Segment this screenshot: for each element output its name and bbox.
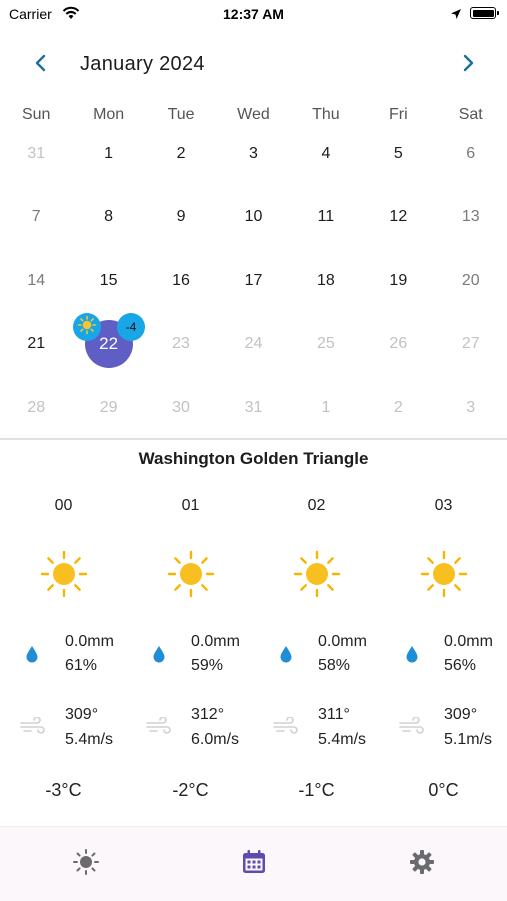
calendar-week: 14 15 16 17 18 19 20 — [0, 249, 507, 313]
wind-speed: 5.1m/s — [444, 731, 493, 748]
tab-calendar[interactable] — [234, 847, 274, 881]
tab-weather[interactable] — [66, 847, 106, 881]
sun-icon — [420, 550, 468, 603]
wind-direction: 309° — [65, 706, 99, 723]
wind-icon — [146, 716, 172, 740]
wind-direction: 311° — [318, 706, 350, 723]
prev-month-button[interactable] — [26, 50, 56, 80]
wind-direction: 309° — [444, 706, 478, 723]
water-drop-icon — [25, 645, 39, 668]
location-title: Washington Golden Triangle — [138, 449, 369, 468]
sun-icon — [293, 550, 341, 603]
day-cell[interactable]: 24 — [217, 313, 289, 377]
gear-icon — [409, 849, 435, 880]
day-cell[interactable]: 17 — [217, 249, 289, 313]
day-cell[interactable]: 25 — [290, 313, 362, 377]
day-cell[interactable]: 27 — [435, 313, 507, 377]
wind-direction: 312° — [191, 706, 225, 723]
humidity-value: 56% — [444, 657, 477, 674]
sun-icon — [40, 550, 88, 603]
day-cell[interactable]: 13 — [435, 186, 507, 250]
precip-amount: 0.0mm — [191, 633, 240, 650]
day-cell[interactable]: 16 — [145, 249, 217, 313]
wind-icon — [399, 716, 425, 740]
hour-temperature: -3°C — [45, 780, 82, 800]
hour-label: 02 — [307, 497, 326, 514]
battery-icon — [470, 7, 499, 19]
wind-icon — [20, 716, 46, 740]
day-cell[interactable]: 31 — [217, 376, 289, 440]
sun-icon — [77, 315, 97, 340]
day-weather-badge — [73, 313, 101, 341]
status-time: 12:37 AM — [223, 6, 284, 22]
wind-icon — [273, 716, 299, 740]
hour-temperature: -2°C — [172, 780, 209, 800]
day-cell[interactable]: 7 — [0, 186, 72, 250]
hour-temperature: 0°C — [428, 780, 459, 800]
day-cell[interactable]: 3 — [435, 376, 507, 440]
day-cell[interactable]: 5 — [362, 122, 434, 186]
day-cell[interactable]: 15 — [72, 249, 144, 313]
next-month-button[interactable] — [453, 50, 483, 80]
day-cell[interactable]: 6 — [435, 122, 507, 186]
sun-icon — [72, 848, 100, 881]
day-cell[interactable]: 2 — [145, 122, 217, 186]
day-cell[interactable]: 12 — [362, 186, 434, 250]
precip-amount: 0.0mm — [65, 633, 114, 650]
precip-amount: 0.0mm — [444, 633, 493, 650]
calendar-week: 7 8 9 10 11 12 13 — [0, 186, 507, 250]
day-cell[interactable]: 8 — [72, 186, 144, 250]
calendar-icon — [241, 849, 267, 880]
chevron-right-icon — [461, 54, 475, 77]
wind-speed: 5.4m/s — [318, 731, 367, 748]
day-cell[interactable]: 1 — [290, 376, 362, 440]
water-drop-icon — [279, 645, 293, 668]
calendar-header: January 2024 — [0, 50, 507, 80]
day-cell[interactable]: 28 — [0, 376, 72, 440]
hour-label: 03 — [434, 497, 453, 514]
month-title: January 2024 — [80, 53, 205, 75]
water-drop-icon — [405, 645, 419, 668]
day-cell[interactable]: 1 — [72, 122, 144, 186]
day-cell[interactable]: 26 — [362, 313, 434, 377]
calendar-grid: 31 1 2 3 4 5 6 7 8 9 10 11 12 13 14 15 1… — [0, 122, 507, 440]
humidity-value: 61% — [65, 657, 98, 674]
day-cell[interactable]: 11 — [290, 186, 362, 250]
section-divider — [0, 438, 507, 440]
day-cell[interactable]: 29 — [72, 376, 144, 440]
day-cell[interactable]: 3 — [217, 122, 289, 186]
tab-settings[interactable] — [402, 847, 442, 881]
day-cell[interactable]: 4 — [290, 122, 362, 186]
day-cell[interactable]: 18 — [290, 249, 362, 313]
day-cell[interactable]: 31 — [0, 122, 72, 186]
day-cell[interactable]: 2 — [362, 376, 434, 440]
selected-day-number: 22 — [99, 334, 119, 354]
day-cell[interactable]: 19 — [362, 249, 434, 313]
hour-temperature: -1°C — [298, 780, 335, 800]
precip-amount: 0.0mm — [318, 633, 367, 650]
day-cell[interactable]: 20 — [435, 249, 507, 313]
hour-label: 00 — [54, 497, 73, 514]
water-drop-icon — [152, 645, 166, 668]
day-cell[interactable]: 14 — [0, 249, 72, 313]
status-bar: Carrier 12:37 AM — [0, 0, 507, 28]
day-cell[interactable]: 10 — [217, 186, 289, 250]
chevron-left-icon — [34, 54, 48, 77]
location-arrow-icon — [450, 7, 462, 25]
calendar-week: 28 29 30 31 1 2 3 — [0, 376, 507, 440]
calendar-week: 31 1 2 3 4 5 6 — [0, 122, 507, 186]
wind-speed: 6.0m/s — [191, 731, 240, 748]
day-cell[interactable]: 30 — [145, 376, 217, 440]
humidity-value: 59% — [191, 657, 224, 674]
bottom-tab-bar — [0, 826, 507, 901]
day-cell[interactable]: 23 — [145, 313, 217, 377]
humidity-value: 58% — [318, 657, 351, 674]
day-cell[interactable]: 9 — [145, 186, 217, 250]
sun-icon — [167, 550, 215, 603]
hour-label: 01 — [181, 497, 200, 514]
day-temp-badge: -4 — [117, 313, 145, 341]
day-cell[interactable]: 21 — [0, 313, 72, 377]
wind-speed: 5.4m/s — [65, 731, 114, 748]
